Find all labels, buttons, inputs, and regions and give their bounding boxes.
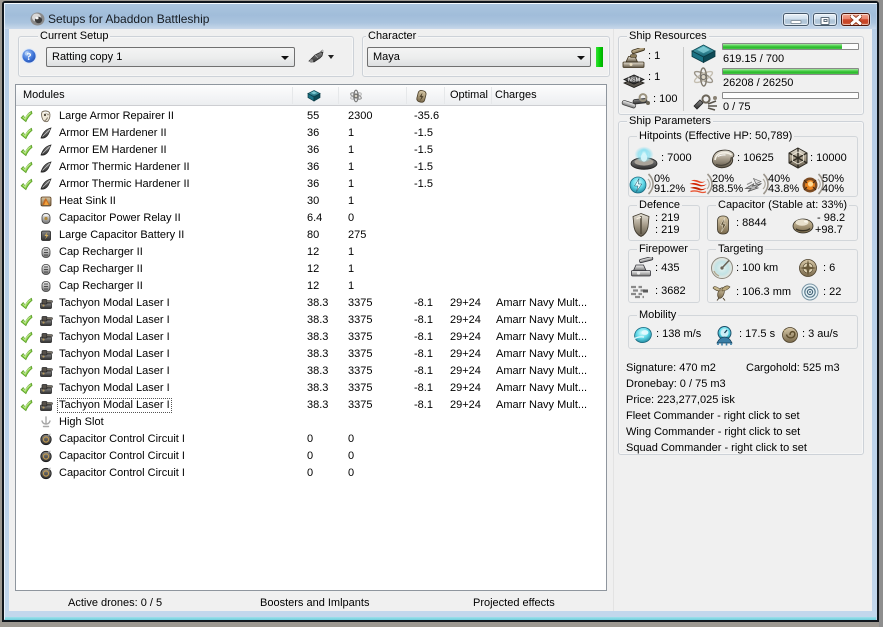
svg-text:NSM: NSM <box>628 78 641 84</box>
svg-text:?: ? <box>26 52 31 63</box>
